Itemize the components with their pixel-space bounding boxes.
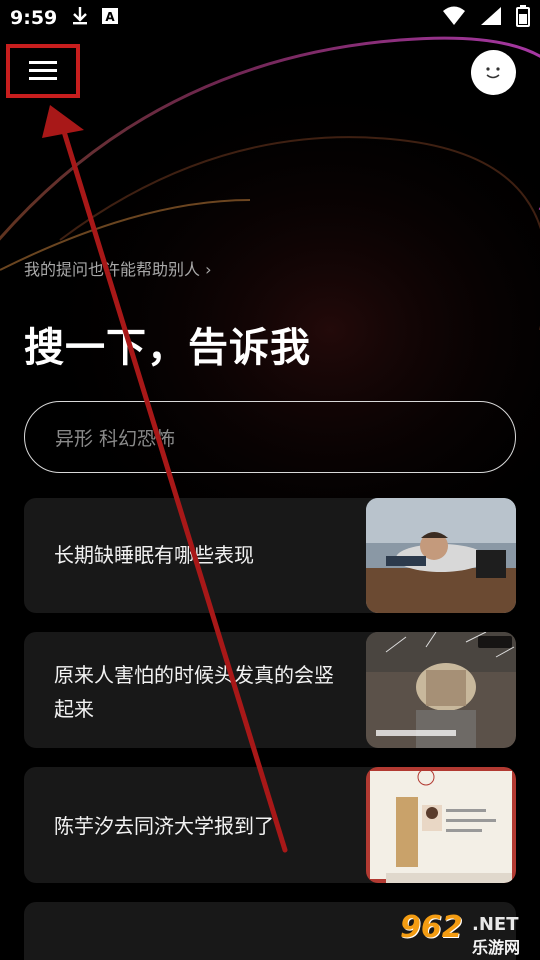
university-certificate-photo — [366, 767, 516, 883]
search-placeholder: 异形 科幻恐怖 — [55, 427, 176, 450]
list-item[interactable]: 原来人害怕的时候头发真的会竖起来 — [24, 632, 516, 748]
hair-standing-video-thumb — [366, 632, 516, 748]
download-icon — [71, 6, 89, 30]
watermark-net: .NET — [472, 914, 519, 935]
font-a-icon: A — [101, 7, 119, 29]
card-title: 原来人害怕的时候头发真的会竖起来 — [54, 663, 334, 721]
card-title: 长期缺睡眠有哪些表现 — [54, 543, 254, 567]
page-title: 搜一下，告诉我 — [24, 325, 311, 371]
my-questions-label: 我的提问也许能帮助别人 — [24, 260, 201, 279]
watermark-site: 乐游网 — [472, 938, 521, 957]
watermark-number: 962 — [400, 910, 463, 945]
list-item[interactable]: 陈芋汐去同济大学报到了 — [24, 767, 516, 883]
status-time: 9:59 — [10, 7, 58, 29]
search-input[interactable]: 异形 科幻恐怖 — [24, 401, 516, 473]
signal-icon — [480, 6, 502, 30]
annotation-highlight-box — [6, 44, 80, 98]
status-bar: 9:59 A — [0, 0, 540, 36]
site-watermark-logo: 962 .NET 乐游网 — [400, 910, 532, 957]
chevron-right-icon: › — [205, 260, 212, 279]
avatar[interactable] — [471, 50, 516, 95]
wifi-icon — [442, 6, 466, 30]
my-questions-link[interactable]: 我的提问也许能帮助别人 › — [24, 256, 212, 280]
list-item[interactable]: 长期缺睡眠有哪些表现 — [24, 498, 516, 613]
battery-icon — [516, 5, 530, 31]
card-title: 陈芋汐去同济大学报到了 — [54, 814, 274, 838]
person-sleeping-on-desk-photo — [366, 498, 516, 613]
smiley-avatar-icon — [471, 67, 516, 99]
svg-text:A: A — [106, 10, 116, 24]
